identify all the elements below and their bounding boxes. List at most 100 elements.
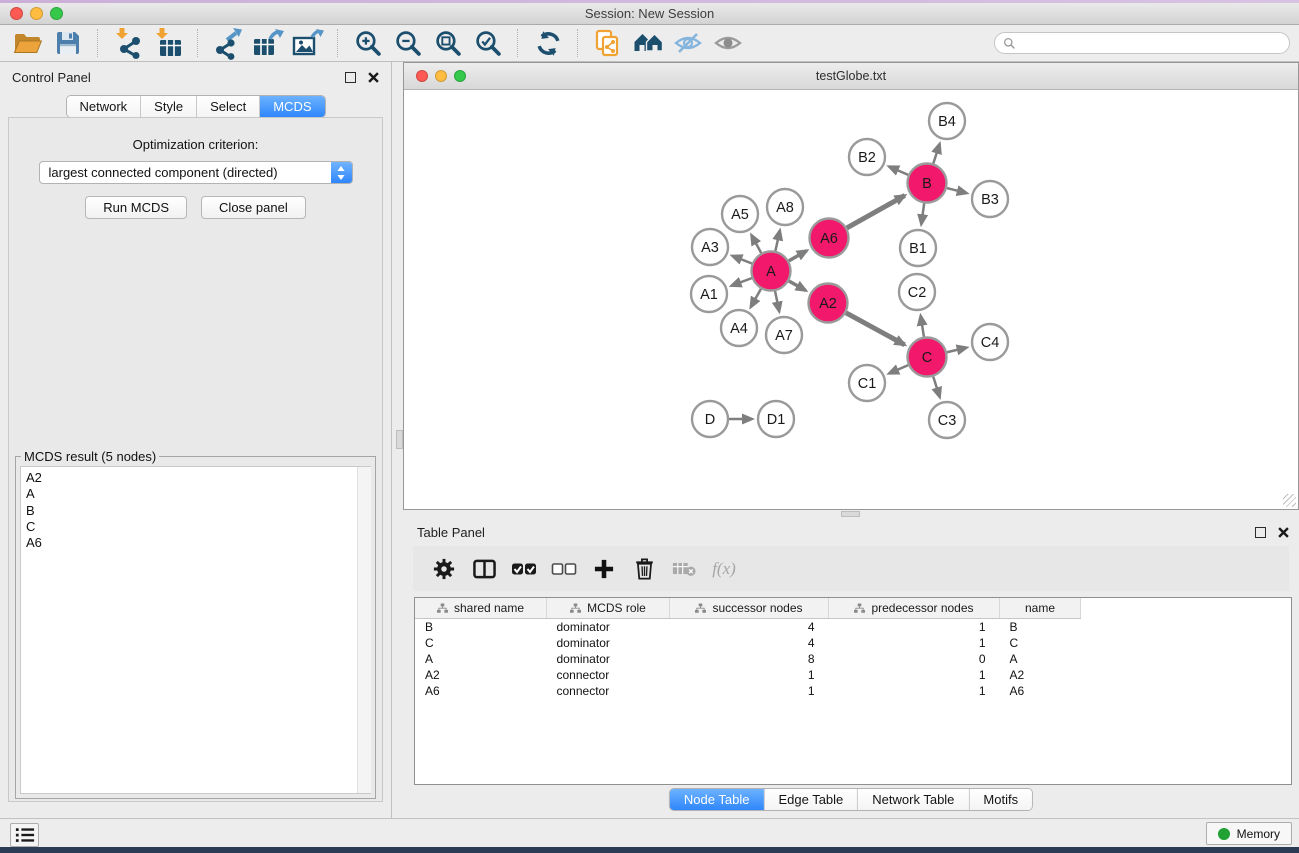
graph-edge-A-A7[interactable] — [775, 291, 779, 311]
table-row[interactable]: A6connector11A6 — [415, 683, 1291, 699]
mcds-result-item[interactable]: A6 — [21, 535, 370, 551]
graph-edge-A-A5[interactable] — [751, 235, 761, 253]
graph-edge-A6-B[interactable] — [847, 195, 905, 227]
search-input[interactable] — [1021, 35, 1281, 51]
graph-node-label: D1 — [767, 412, 786, 428]
zoom-out-button[interactable] — [390, 27, 426, 59]
graph-node-A6[interactable]: A6 — [810, 219, 849, 258]
graph-node-A1[interactable]: A1 — [691, 276, 727, 312]
graph-node-B1[interactable]: B1 — [900, 230, 936, 266]
graph-node-A8[interactable]: A8 — [767, 189, 803, 225]
table-row[interactable]: A2connector11A2 — [415, 667, 1291, 683]
graph-node-B[interactable]: B — [908, 164, 947, 203]
mcds-result-item[interactable]: C — [21, 519, 370, 535]
graph-node-A4[interactable]: A4 — [721, 310, 757, 346]
tab-motifs[interactable]: Motifs — [968, 789, 1032, 810]
apply-layout-button[interactable] — [530, 27, 566, 59]
tab-style[interactable]: Style — [140, 96, 196, 117]
column-header-successor-nodes[interactable]: successor nodes — [670, 598, 829, 619]
table-row[interactable]: Bdominator41B — [415, 619, 1291, 636]
resize-grip-icon[interactable] — [1283, 494, 1296, 507]
graph-node-C3[interactable]: C3 — [929, 402, 965, 438]
zoom-in-button[interactable] — [350, 27, 386, 59]
tab-network-table[interactable]: Network Table — [857, 789, 968, 810]
graph-edge-C-C2[interactable] — [921, 316, 924, 337]
graph-node-D1[interactable]: D1 — [758, 401, 794, 437]
graph-node-D[interactable]: D — [692, 401, 728, 437]
export-image-button[interactable] — [290, 27, 326, 59]
run-mcds-button[interactable]: Run MCDS — [85, 196, 187, 219]
tab-network[interactable]: Network — [66, 96, 140, 117]
graph-edge-A-A8[interactable] — [775, 230, 779, 251]
result-scrollbar[interactable] — [357, 467, 371, 793]
duplicate-network-button[interactable] — [590, 27, 626, 59]
export-table-button[interactable] — [250, 27, 286, 59]
search-field[interactable] — [994, 32, 1290, 54]
column-header-predecessor-nodes[interactable]: predecessor nodes — [829, 598, 1000, 619]
close-panel-icon[interactable] — [368, 72, 379, 83]
create-column-button[interactable] — [589, 554, 619, 584]
mcds-result-item[interactable]: A — [21, 486, 370, 502]
graph-node-A2[interactable]: A2 — [809, 284, 848, 323]
delete-columns-button[interactable] — [629, 554, 659, 584]
graph-edge-C-C1[interactable] — [889, 365, 908, 373]
graph-node-C[interactable]: C — [908, 338, 947, 377]
graph-node-B3[interactable]: B3 — [972, 181, 1008, 217]
graph-edge-C-C4[interactable] — [947, 348, 967, 353]
tab-mcds[interactable]: MCDS — [259, 96, 324, 117]
graph-node-A5[interactable]: A5 — [722, 196, 758, 232]
float-panel-icon[interactable] — [345, 72, 356, 83]
column-header-MCDS-role[interactable]: MCDS role — [547, 598, 670, 619]
graph-edge-B-B4[interactable] — [933, 144, 939, 164]
graph-node-C1[interactable]: C1 — [849, 365, 885, 401]
first-neighbors-button[interactable] — [630, 27, 666, 59]
close-panel-button[interactable]: Close panel — [201, 196, 306, 219]
tab-select[interactable]: Select — [196, 96, 259, 117]
export-network-button[interactable] — [210, 27, 246, 59]
graph-edge-A-A2[interactable] — [789, 281, 806, 290]
tab-edge-table[interactable]: Edge Table — [763, 789, 857, 810]
graph-node-C2[interactable]: C2 — [899, 274, 935, 310]
column-header-name[interactable]: name — [1000, 598, 1081, 619]
graph-edge-A2-C[interactable] — [846, 313, 905, 345]
table-row[interactable]: Cdominator41C — [415, 635, 1291, 651]
graph-edge-A-A1[interactable] — [732, 278, 752, 286]
graph-edge-B-B3[interactable] — [947, 188, 967, 193]
import-table-button[interactable] — [150, 27, 186, 59]
graph-node-A7[interactable]: A7 — [766, 317, 802, 353]
graph-node-A3[interactable]: A3 — [692, 229, 728, 265]
select-all-button[interactable] — [509, 554, 539, 584]
mcds-result-item[interactable]: A2 — [21, 467, 370, 486]
deselect-all-button[interactable] — [549, 554, 579, 584]
show-all-button[interactable] — [710, 27, 746, 59]
graph-node-B2[interactable]: B2 — [849, 139, 885, 175]
column-header-shared-name[interactable]: shared name — [415, 598, 547, 619]
show-columns-button[interactable] — [469, 554, 499, 584]
close-panel-icon[interactable] — [1278, 527, 1289, 538]
zoom-selected-button[interactable] — [470, 27, 506, 59]
import-network-button[interactable] — [110, 27, 146, 59]
graph-edge-A-A4[interactable] — [751, 289, 761, 307]
table-row[interactable]: Adominator80A — [415, 651, 1291, 667]
tab-node-table[interactable]: Node Table — [670, 789, 764, 810]
network-canvas[interactable]: B4 B2 B B3 A8A5 A6 A3 B1 A C2 A1 A2 A4A7 C4 C C1 C3 D D1 — [404, 90, 1298, 509]
open-session-button[interactable] — [10, 27, 46, 59]
graph-edge-B-B2[interactable] — [889, 167, 908, 175]
criterion-dropdown[interactable]: largest connected component (directed) — [39, 161, 353, 184]
save-session-button[interactable] — [50, 27, 86, 59]
graph-node-B4[interactable]: B4 — [929, 103, 965, 139]
graph-edge-A-A6[interactable] — [789, 251, 807, 261]
splitter-handle-vertical[interactable] — [396, 430, 403, 449]
table-settings-button[interactable] — [429, 554, 459, 584]
graph-edge-B-B1[interactable] — [921, 203, 924, 224]
graph-node-C4[interactable]: C4 — [972, 324, 1008, 360]
mcds-result-item[interactable]: B — [21, 503, 370, 519]
graph-edge-C-C3[interactable] — [933, 377, 940, 398]
zoom-fit-button[interactable] — [430, 27, 466, 59]
memory-button[interactable]: Memory — [1206, 822, 1292, 845]
float-panel-icon[interactable] — [1255, 527, 1266, 538]
graph-edge-A-A3[interactable] — [732, 256, 752, 264]
hide-selected-button[interactable] — [670, 27, 706, 59]
graph-node-A[interactable]: A — [752, 252, 791, 291]
task-history-button[interactable] — [10, 823, 39, 847]
